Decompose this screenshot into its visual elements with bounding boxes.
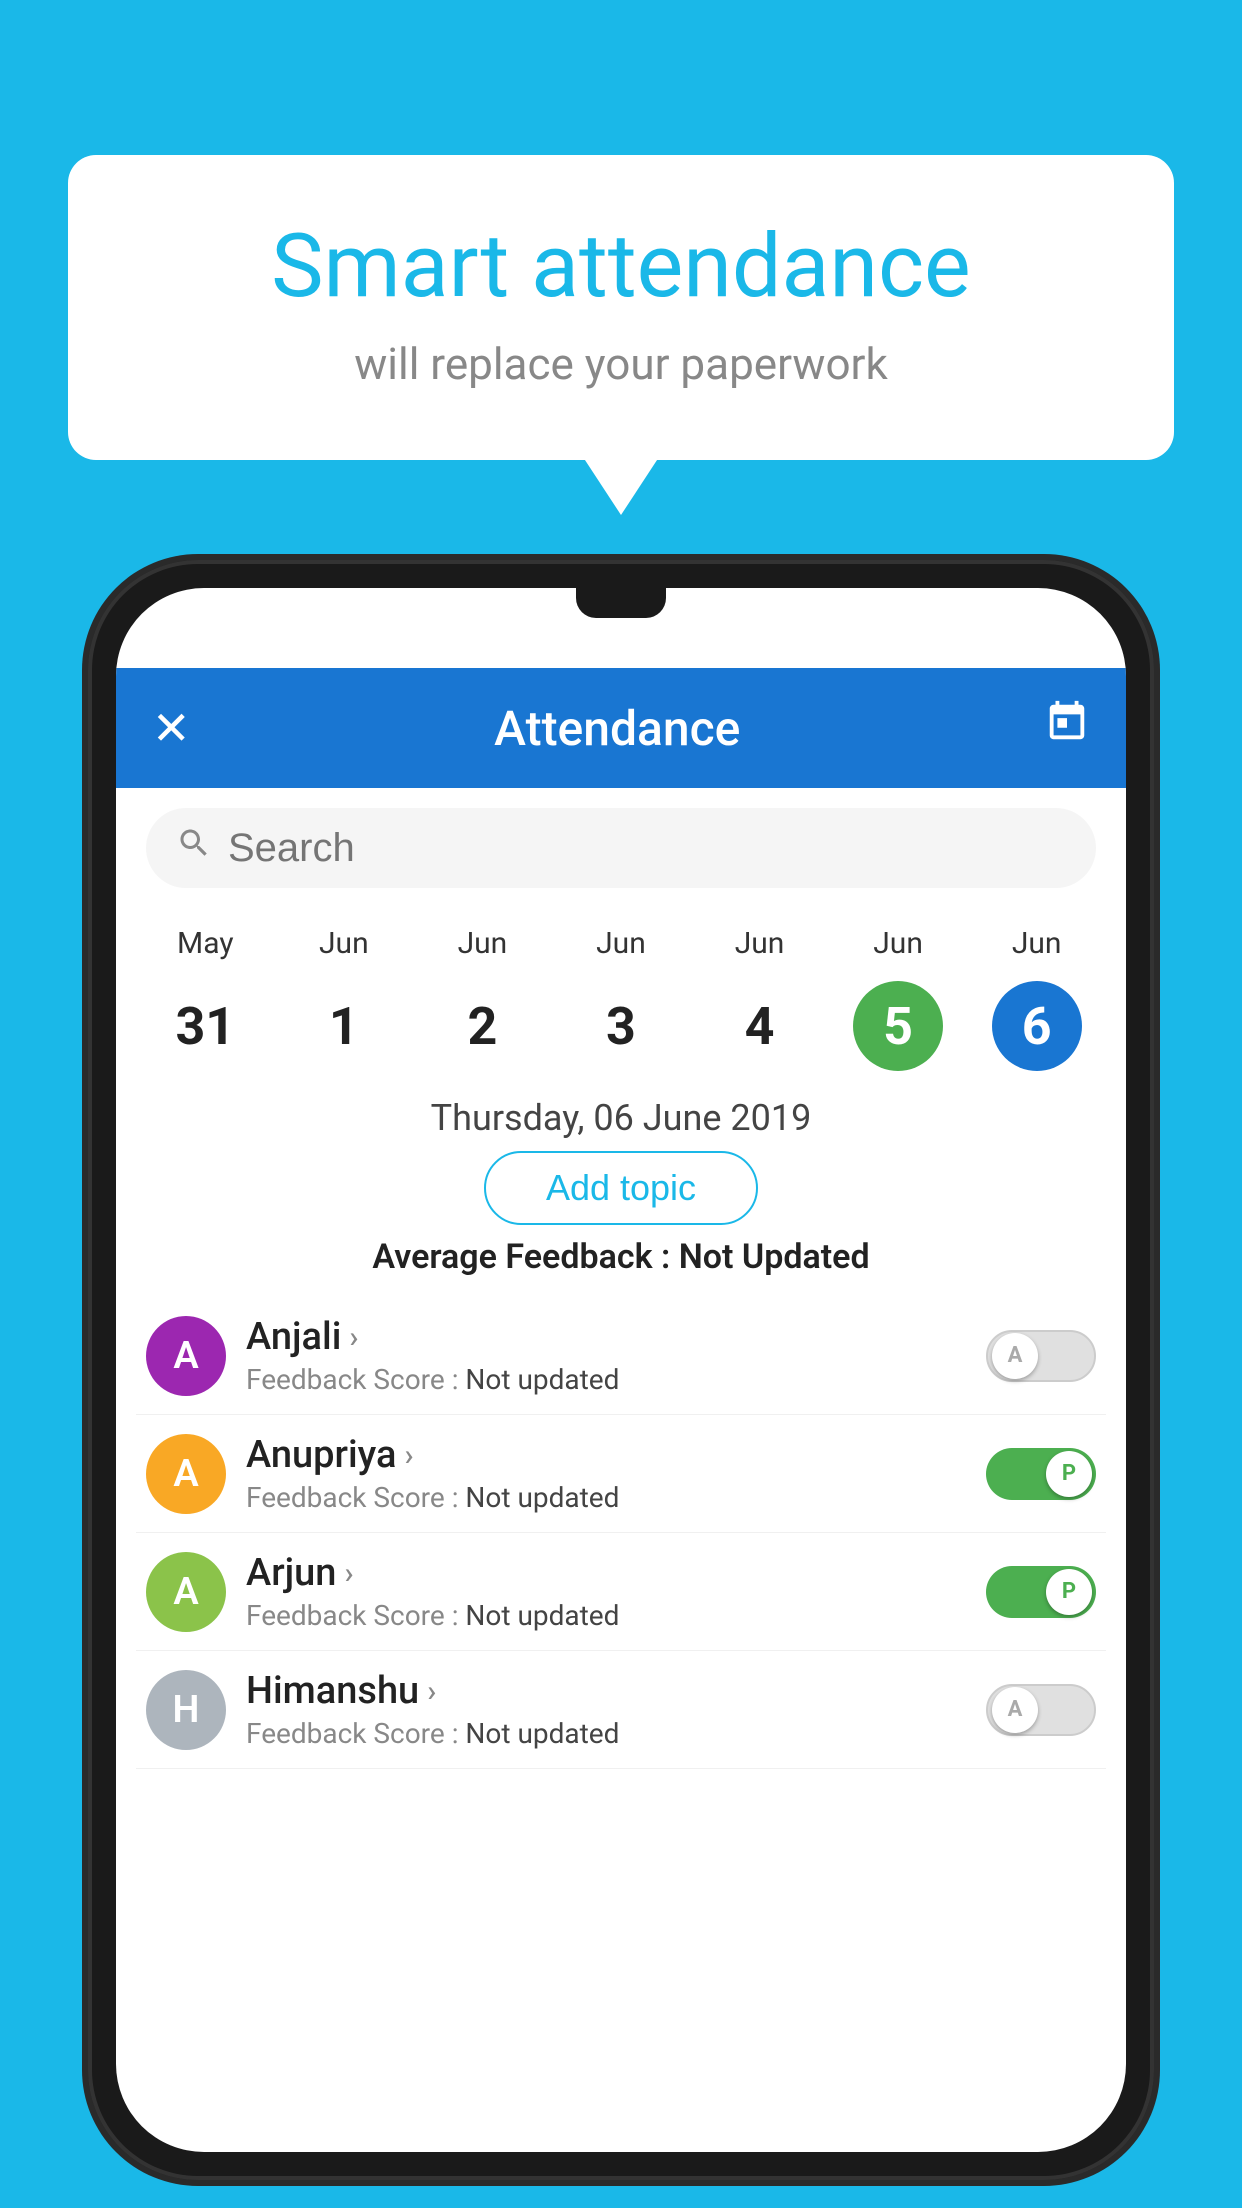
cal-month: Jun [319,926,369,961]
student-info: Arjun › Feedback Score : Not updated [246,1551,966,1632]
cal-date[interactable]: 31 [160,981,250,1071]
student-name: Anjali › [246,1315,966,1359]
search-bar[interactable] [146,808,1096,888]
calendar-date-cell[interactable]: 6 [977,981,1097,1071]
calendar-date-cell[interactable]: 31 [145,981,265,1071]
app-title: Attendance [191,700,1044,757]
calendar-icon[interactable] [1044,699,1090,757]
toggle-thumb: P [1046,1569,1092,1615]
attendance-toggle[interactable]: A [986,1330,1096,1382]
feedback-value: Not updated [465,1363,619,1396]
search-icon [176,825,212,871]
avatar: A [146,1434,226,1514]
calendar-month-cell: Jun [422,926,542,965]
calendar-month-cell: Jun [838,926,958,965]
wifi-icon: ▾ [1024,610,1038,643]
cal-month: Jun [458,926,508,961]
sub-title: will replace your paperwork [148,338,1094,390]
student-feedback: Feedback Score : Not updated [246,1599,966,1632]
add-topic-button[interactable]: Add topic [484,1151,758,1225]
avatar: A [146,1316,226,1396]
cal-month: Jun [1012,926,1062,961]
toggle-thumb: A [992,1333,1038,1379]
chevron-icon: › [349,1320,358,1355]
student-item[interactable]: A Anjali › Feedback Score : Not updated … [136,1297,1106,1415]
student-info: Anupriya › Feedback Score : Not updated [246,1433,966,1514]
speech-bubble: Smart attendance will replace your paper… [68,155,1174,460]
calendar-month-cell: May [145,926,265,965]
student-feedback: Feedback Score : Not updated [246,1717,966,1750]
student-item[interactable]: A Arjun › Feedback Score : Not updated P [136,1533,1106,1651]
calendar-month-cell: Jun [284,926,404,965]
feedback-value: Not updated [465,1599,619,1632]
toggle-thumb: A [992,1687,1038,1733]
cal-date[interactable]: 2 [437,981,527,1071]
student-feedback: Feedback Score : Not updated [246,1363,966,1396]
cal-month: Jun [735,926,785,961]
chevron-icon: › [427,1674,436,1709]
status-time: 14:29 [143,606,229,646]
phone-container: 14:29 ▾ ◀ ▮ ✕ Attendance [88,560,1154,2180]
calendar-month-cell: Jun [977,926,1097,965]
student-name: Anupriya › [246,1433,966,1477]
cal-date[interactable]: 5 [853,981,943,1071]
student-item[interactable]: H Himanshu › Feedback Score : Not update… [136,1651,1106,1769]
cal-date[interactable]: 4 [715,981,805,1071]
main-title: Smart attendance [148,215,1094,318]
cal-month: Jun [596,926,646,961]
cal-date[interactable]: 6 [992,981,1082,1071]
calendar-date-cell[interactable]: 5 [838,981,958,1071]
calendar-dates-row: 31 123456 [136,973,1106,1079]
phone-frame: 14:29 ▾ ◀ ▮ ✕ Attendance [88,560,1154,2180]
calendar-strip: May Jun Jun Jun Jun Jun Jun 31 123456 [116,908,1126,1079]
calendar-date-cell[interactable]: 4 [700,981,820,1071]
attendance-toggle[interactable]: A [986,1684,1096,1736]
calendar-date-cell[interactable]: 1 [284,981,404,1071]
calendar-month-cell: Jun [561,926,681,965]
student-item[interactable]: A Anupriya › Feedback Score : Not update… [136,1415,1106,1533]
close-button[interactable]: ✕ [152,701,191,756]
student-name: Himanshu › [246,1669,966,1713]
status-icons: ▾ ◀ ▮ [1024,610,1099,643]
attendance-toggle[interactable]: P [986,1566,1096,1618]
student-info: Anjali › Feedback Score : Not updated [246,1315,966,1396]
attendance-toggle[interactable]: P [986,1448,1096,1500]
cal-date[interactable]: 3 [576,981,666,1071]
student-info: Himanshu › Feedback Score : Not updated [246,1669,966,1750]
screen: ✕ Attendance May Jun Jun Jun [116,588,1126,2152]
signal-icon: ◀ [1050,610,1072,643]
cal-month: May [177,926,233,961]
calendar-months-row: May Jun Jun Jun Jun Jun Jun [136,918,1106,973]
chevron-icon: › [404,1438,413,1473]
notch [576,588,666,618]
avatar: A [146,1552,226,1632]
search-input[interactable] [228,826,1066,871]
feedback-value: Not updated [465,1717,619,1750]
student-name: Arjun › [246,1551,966,1595]
battery-icon: ▮ [1084,610,1099,643]
avg-feedback-value: Not Updated [679,1237,870,1277]
calendar-date-cell[interactable]: 2 [422,981,542,1071]
average-feedback: Average Feedback : Not Updated [116,1237,1126,1277]
toggle-thumb: P [1046,1451,1092,1497]
calendar-month-cell: Jun [700,926,820,965]
chevron-icon: › [344,1556,353,1591]
feedback-value: Not updated [465,1481,619,1514]
app-bar: ✕ Attendance [116,668,1126,788]
avg-feedback-label: Average Feedback : [372,1237,678,1277]
student-list: A Anjali › Feedback Score : Not updated … [116,1297,1126,1769]
cal-date[interactable]: 1 [299,981,389,1071]
cal-month: Jun [873,926,923,961]
calendar-date-cell[interactable]: 3 [561,981,681,1071]
selected-date-label: Thursday, 06 June 2019 [116,1097,1126,1139]
student-feedback: Feedback Score : Not updated [246,1481,966,1514]
avatar: H [146,1670,226,1750]
